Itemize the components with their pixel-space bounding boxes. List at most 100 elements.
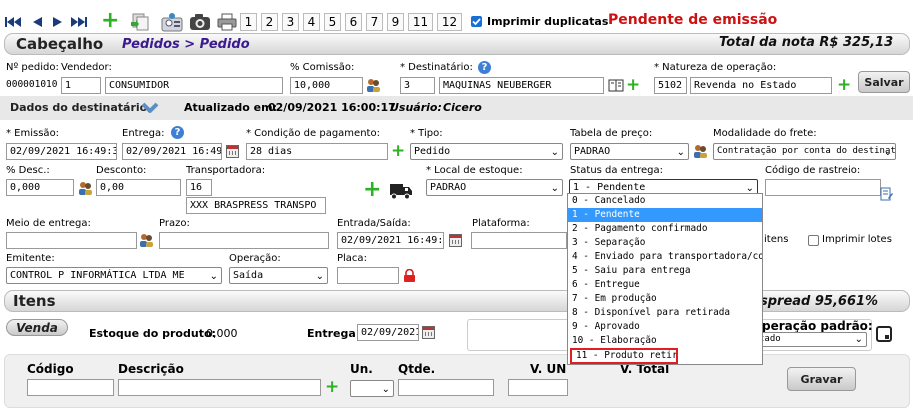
calendar-icon[interactable] bbox=[226, 145, 239, 158]
page-button-4[interactable]: 4 bbox=[303, 13, 320, 31]
add-destinatario-icon[interactable]: + bbox=[626, 77, 640, 94]
people-icon[interactable] bbox=[139, 232, 154, 248]
status-option[interactable]: 3 - Separação bbox=[568, 236, 762, 250]
document-edit-icon[interactable] bbox=[879, 186, 893, 202]
status-option[interactable]: 7 - Em produção bbox=[568, 292, 762, 306]
condicao-input[interactable]: 28 dias bbox=[246, 143, 388, 160]
qtde-input[interactable] bbox=[398, 379, 494, 396]
help-icon[interactable]: ? bbox=[478, 61, 491, 74]
status-option[interactable]: 8 - Disponível para retirada bbox=[568, 306, 762, 320]
add-icon[interactable]: + bbox=[101, 10, 119, 32]
codigo-input[interactable] bbox=[27, 379, 114, 396]
page-button-3[interactable]: 3 bbox=[282, 13, 299, 31]
emitente-select[interactable]: CONTROL P INFORMÁTICA LTDA ME ⌄ bbox=[6, 267, 222, 284]
page-button-12[interactable]: 12 bbox=[437, 13, 462, 31]
status-option-highlighted[interactable]: 11 - Produto retirado bbox=[570, 348, 678, 364]
placa-input[interactable] bbox=[337, 267, 399, 284]
next-page-icon[interactable] bbox=[51, 15, 65, 29]
tipo-select[interactable]: Pedido ⌄ bbox=[410, 143, 563, 160]
user-label: Usuário: bbox=[390, 101, 442, 114]
calendar-icon[interactable] bbox=[449, 234, 462, 247]
vendedor-label: Vendedor: bbox=[61, 62, 112, 73]
local-select[interactable]: PADRAO ⌄ bbox=[426, 179, 563, 196]
gravar-button[interactable]: Gravar bbox=[787, 367, 856, 391]
plataforma-input[interactable] bbox=[471, 232, 567, 249]
operacao-padrao-select[interactable]: tado ⌄ bbox=[755, 332, 867, 347]
save-button[interactable]: Salvar bbox=[858, 71, 910, 93]
page-button-1[interactable]: 1 bbox=[240, 13, 257, 31]
lock-icon[interactable] bbox=[402, 268, 416, 283]
add-item-icon[interactable]: + bbox=[325, 379, 339, 396]
un-label: Un. bbox=[350, 362, 373, 376]
emissao-input[interactable]: 02/09/2021 16:49:39 bbox=[6, 143, 117, 160]
rastreio-input[interactable] bbox=[765, 179, 881, 196]
chevron-down-icon: ⌄ bbox=[381, 384, 390, 395]
status-option-selected[interactable]: 1 - Pendente bbox=[568, 208, 762, 222]
entrega-input[interactable]: 02/09/2021 16:49:39 bbox=[122, 143, 222, 160]
first-page-icon[interactable] bbox=[4, 15, 22, 29]
page-button-7[interactable]: 7 bbox=[366, 13, 383, 31]
calendar-icon[interactable] bbox=[422, 326, 435, 339]
page-button-2[interactable]: 2 bbox=[261, 13, 278, 31]
transportadora-code-input[interactable]: 16 bbox=[186, 179, 212, 196]
venda-tab[interactable]: Venda bbox=[6, 319, 68, 336]
chevron-down-icon[interactable] bbox=[141, 100, 159, 116]
page-button-11[interactable]: 11 bbox=[408, 13, 433, 31]
status-option[interactable]: 10 - Elaboração bbox=[568, 334, 762, 348]
copy-icon[interactable] bbox=[129, 12, 151, 32]
user-card-icon[interactable] bbox=[161, 11, 183, 32]
destinatario-name-input[interactable]: MAQUINAS NEUBERGER bbox=[439, 77, 604, 94]
chevron-down-icon: ⌄ bbox=[883, 147, 892, 158]
people-icon[interactable] bbox=[693, 143, 708, 159]
desconto-input[interactable]: 0,00 bbox=[96, 179, 181, 196]
add-condicao-icon[interactable]: + bbox=[391, 143, 405, 160]
imprimir-lotes-checkbox[interactable] bbox=[808, 235, 819, 246]
desc-pct-input[interactable]: 0,000 bbox=[6, 179, 74, 196]
status-option[interactable]: 2 - Pagamento confirmado bbox=[568, 222, 762, 236]
prazo-input[interactable] bbox=[159, 232, 329, 249]
order-number-value: 000001010 bbox=[6, 79, 58, 90]
status-option[interactable]: 6 - Entregue bbox=[568, 278, 762, 292]
un-select[interactable]: ⌄ bbox=[350, 380, 394, 397]
vun-input[interactable] bbox=[508, 379, 568, 396]
descricao-input[interactable] bbox=[118, 379, 321, 396]
vendedor-code-input[interactable]: 1 bbox=[61, 77, 101, 94]
add-transportadora-icon[interactable]: + bbox=[363, 179, 381, 201]
comissao-input[interactable]: 10,000 bbox=[290, 77, 363, 94]
window-icon[interactable] bbox=[875, 325, 892, 342]
page-button-6[interactable]: 6 bbox=[345, 13, 362, 31]
emissao-label: * Emissão: bbox=[6, 128, 60, 139]
camera-icon[interactable] bbox=[189, 12, 211, 32]
destinatario-code-input[interactable]: 3 bbox=[400, 77, 435, 94]
vendedor-name-input[interactable]: CONSUMIDOR bbox=[105, 77, 283, 94]
truck-icon[interactable] bbox=[389, 181, 413, 200]
print-icon[interactable] bbox=[217, 12, 237, 32]
item-entrega-input[interactable]: 02/09/2021 bbox=[357, 324, 419, 341]
operacao-select[interactable]: Saída ⌄ bbox=[229, 267, 328, 284]
last-page-icon[interactable] bbox=[70, 15, 88, 29]
status-option[interactable]: 0 - Cancelado bbox=[568, 194, 762, 208]
status-option[interactable]: 4 - Enviado para transportadora/correios bbox=[568, 250, 762, 264]
print-duplicates-checkbox[interactable] bbox=[471, 16, 482, 27]
entrada-input[interactable]: 02/09/2021 16:49:39 bbox=[337, 232, 444, 249]
help-icon[interactable]: ? bbox=[171, 126, 184, 139]
status-option[interactable]: 5 - Saiu para entrega bbox=[568, 264, 762, 278]
previous-page-icon[interactable] bbox=[30, 15, 44, 29]
meio-input[interactable] bbox=[6, 232, 137, 249]
page-button-5[interactable]: 5 bbox=[324, 13, 341, 31]
estoque-label: Estoque do produto: bbox=[89, 327, 216, 340]
status-option[interactable]: 9 - Aprovado bbox=[568, 320, 762, 334]
transportadora-name-input[interactable]: XXX BRASPRESS TRANSPO bbox=[186, 197, 326, 214]
tabela-select[interactable]: PADRAO ⌄ bbox=[570, 143, 689, 160]
natureza-code-input[interactable]: 5102 bbox=[654, 77, 687, 94]
people-icon[interactable] bbox=[78, 180, 93, 196]
plataforma-label: Plataforma: bbox=[472, 218, 530, 229]
add-natureza-icon[interactable]: + bbox=[837, 77, 851, 94]
page-button-9[interactable]: 9 bbox=[387, 13, 404, 31]
chevron-down-icon: ⌄ bbox=[209, 271, 218, 282]
natureza-name-input[interactable]: Revenda no Estado bbox=[690, 77, 832, 94]
address-book-icon[interactable] bbox=[608, 78, 624, 92]
total-text: Total da nota R$ 325,13 bbox=[719, 35, 894, 50]
modalidade-select[interactable]: Contratação por conta do destinatá ⌄ bbox=[713, 143, 896, 160]
people-icon[interactable] bbox=[366, 77, 381, 93]
